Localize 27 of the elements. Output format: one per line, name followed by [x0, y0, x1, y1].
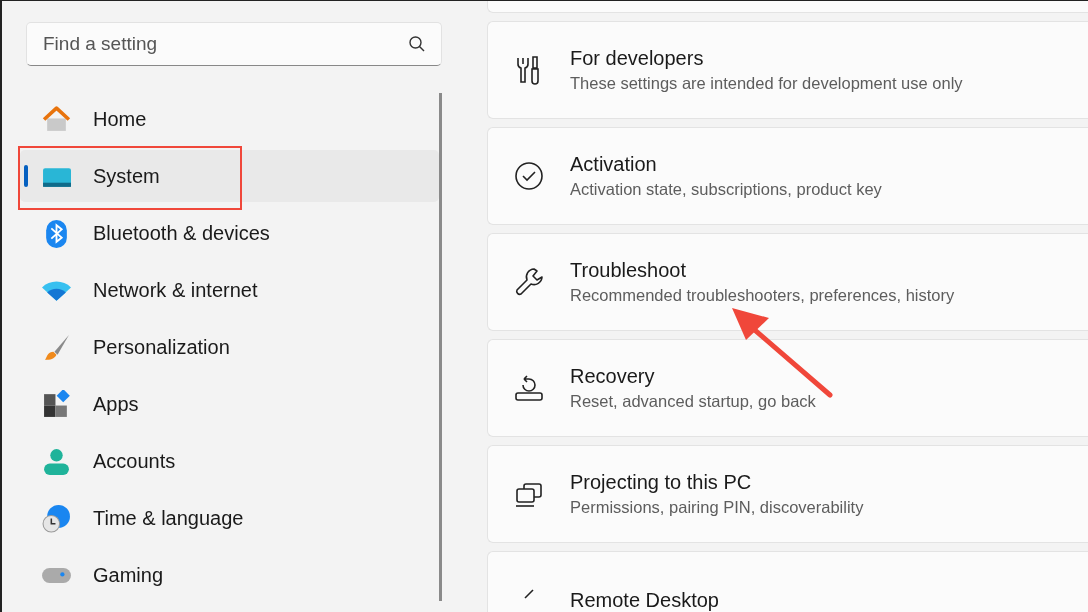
settings-card[interactable]: Activation Activation state, subscriptions, product key	[487, 127, 1088, 225]
setting-title: Troubleshoot	[570, 259, 687, 282]
setting-title: For developers	[570, 47, 705, 70]
settings-card[interactable]: For developers These settings are intended for development use only	[487, 21, 1088, 119]
setting-title: Remote Desktop	[570, 588, 719, 612]
sidebar-item[interactable]: System	[20, 150, 439, 202]
setting-description: Activation state, subscriptions, product key	[570, 180, 882, 199]
search-field[interactable]: Find a setting	[26, 22, 442, 66]
setting-title: Activation	[570, 153, 658, 176]
sidebar-item[interactable]: Bluetooth & devices	[20, 207, 439, 259]
sidebar-item[interactable]: Apps	[20, 378, 439, 430]
sidebar-item[interactable]: Gaming	[20, 549, 439, 601]
sidebar-item[interactable]: Accounts	[20, 435, 439, 487]
setting-description: Reset, advanced startup, go back	[570, 392, 816, 411]
setting-title: Recovery	[570, 365, 656, 388]
sidebar-item[interactable]: Home	[20, 93, 439, 145]
sidebar-item[interactable]: Network & internet	[20, 264, 439, 316]
settings-card[interactable]: Remote Desktop	[487, 551, 1088, 612]
sidebar-item[interactable]: Personalization	[20, 321, 439, 373]
sidebar-item[interactable]: Time & language	[20, 492, 439, 544]
settings-card[interactable]: Troubleshoot Recommended troubleshooters, preferences, history	[487, 233, 1088, 331]
setting-description: Recommended troubleshooters, preferences, history	[570, 286, 955, 305]
setting-description: Permissions, pairing PIN, discoverability	[570, 498, 864, 517]
setting-title: Projecting to this PC	[570, 471, 753, 494]
settings-card[interactable]: Recovery Reset, advanced startup, go back	[487, 339, 1088, 437]
settings-card[interactable]: Projecting to this PC Permissions, pairing PIN, discoverability	[487, 445, 1088, 543]
setting-description: These settings are intended for development use only	[570, 74, 963, 93]
